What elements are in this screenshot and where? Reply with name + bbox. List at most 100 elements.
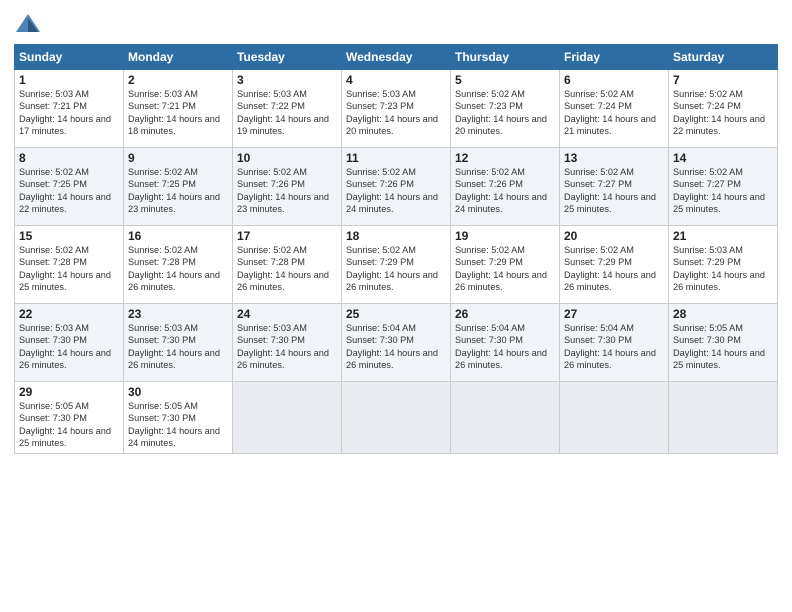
calendar-cell: 18 Sunrise: 5:02 AMSunset: 7:29 PMDaylig… [342,226,451,304]
day-info: Sunrise: 5:04 AMSunset: 7:30 PMDaylight:… [564,322,664,372]
day-info: Sunrise: 5:04 AMSunset: 7:30 PMDaylight:… [346,322,446,372]
day-info: Sunrise: 5:02 AMSunset: 7:28 PMDaylight:… [237,244,337,294]
day-number: 1 [19,73,119,87]
day-info: Sunrise: 5:03 AMSunset: 7:21 PMDaylight:… [128,88,228,138]
logo-icon [14,10,42,38]
day-number: 5 [455,73,555,87]
day-number: 18 [346,229,446,243]
day-info: Sunrise: 5:02 AMSunset: 7:24 PMDaylight:… [673,88,773,138]
day-number: 7 [673,73,773,87]
calendar-cell [560,382,669,454]
day-info: Sunrise: 5:02 AMSunset: 7:23 PMDaylight:… [455,88,555,138]
calendar-cell: 7 Sunrise: 5:02 AMSunset: 7:24 PMDayligh… [669,70,778,148]
day-info: Sunrise: 5:02 AMSunset: 7:25 PMDaylight:… [128,166,228,216]
calendar-cell: 11 Sunrise: 5:02 AMSunset: 7:26 PMDaylig… [342,148,451,226]
day-info: Sunrise: 5:02 AMSunset: 7:26 PMDaylight:… [346,166,446,216]
day-number: 2 [128,73,228,87]
calendar-cell: 9 Sunrise: 5:02 AMSunset: 7:25 PMDayligh… [124,148,233,226]
calendar-cell: 21 Sunrise: 5:03 AMSunset: 7:29 PMDaylig… [669,226,778,304]
calendar: SundayMondayTuesdayWednesdayThursdayFrid… [14,44,778,454]
weekday-header: Tuesday [233,45,342,70]
day-info: Sunrise: 5:03 AMSunset: 7:29 PMDaylight:… [673,244,773,294]
calendar-cell: 23 Sunrise: 5:03 AMSunset: 7:30 PMDaylig… [124,304,233,382]
calendar-cell: 24 Sunrise: 5:03 AMSunset: 7:30 PMDaylig… [233,304,342,382]
day-info: Sunrise: 5:02 AMSunset: 7:26 PMDaylight:… [455,166,555,216]
calendar-cell: 15 Sunrise: 5:02 AMSunset: 7:28 PMDaylig… [15,226,124,304]
weekday-header: Saturday [669,45,778,70]
day-number: 20 [564,229,664,243]
calendar-cell: 20 Sunrise: 5:02 AMSunset: 7:29 PMDaylig… [560,226,669,304]
day-number: 16 [128,229,228,243]
calendar-cell: 29 Sunrise: 5:05 AMSunset: 7:30 PMDaylig… [15,382,124,454]
day-number: 17 [237,229,337,243]
calendar-cell: 2 Sunrise: 5:03 AMSunset: 7:21 PMDayligh… [124,70,233,148]
day-info: Sunrise: 5:05 AMSunset: 7:30 PMDaylight:… [19,400,119,450]
day-info: Sunrise: 5:02 AMSunset: 7:25 PMDaylight:… [19,166,119,216]
day-number: 14 [673,151,773,165]
calendar-cell: 28 Sunrise: 5:05 AMSunset: 7:30 PMDaylig… [669,304,778,382]
calendar-cell: 12 Sunrise: 5:02 AMSunset: 7:26 PMDaylig… [451,148,560,226]
day-number: 6 [564,73,664,87]
day-info: Sunrise: 5:02 AMSunset: 7:29 PMDaylight:… [346,244,446,294]
calendar-cell: 6 Sunrise: 5:02 AMSunset: 7:24 PMDayligh… [560,70,669,148]
calendar-cell: 19 Sunrise: 5:02 AMSunset: 7:29 PMDaylig… [451,226,560,304]
calendar-cell: 8 Sunrise: 5:02 AMSunset: 7:25 PMDayligh… [15,148,124,226]
calendar-cell [233,382,342,454]
calendar-cell: 16 Sunrise: 5:02 AMSunset: 7:28 PMDaylig… [124,226,233,304]
calendar-cell: 3 Sunrise: 5:03 AMSunset: 7:22 PMDayligh… [233,70,342,148]
header [14,10,778,38]
weekday-header: Friday [560,45,669,70]
logo [14,10,46,38]
calendar-cell: 22 Sunrise: 5:03 AMSunset: 7:30 PMDaylig… [15,304,124,382]
day-info: Sunrise: 5:03 AMSunset: 7:21 PMDaylight:… [19,88,119,138]
day-number: 9 [128,151,228,165]
day-number: 11 [346,151,446,165]
day-number: 25 [346,307,446,321]
day-number: 30 [128,385,228,399]
day-info: Sunrise: 5:05 AMSunset: 7:30 PMDaylight:… [128,400,228,450]
day-number: 26 [455,307,555,321]
day-info: Sunrise: 5:02 AMSunset: 7:27 PMDaylight:… [564,166,664,216]
calendar-cell: 17 Sunrise: 5:02 AMSunset: 7:28 PMDaylig… [233,226,342,304]
day-number: 27 [564,307,664,321]
calendar-cell: 4 Sunrise: 5:03 AMSunset: 7:23 PMDayligh… [342,70,451,148]
day-number: 21 [673,229,773,243]
day-info: Sunrise: 5:02 AMSunset: 7:24 PMDaylight:… [564,88,664,138]
day-number: 23 [128,307,228,321]
day-info: Sunrise: 5:02 AMSunset: 7:29 PMDaylight:… [564,244,664,294]
day-info: Sunrise: 5:02 AMSunset: 7:28 PMDaylight:… [128,244,228,294]
day-info: Sunrise: 5:02 AMSunset: 7:26 PMDaylight:… [237,166,337,216]
day-number: 13 [564,151,664,165]
calendar-cell [342,382,451,454]
calendar-cell: 27 Sunrise: 5:04 AMSunset: 7:30 PMDaylig… [560,304,669,382]
calendar-cell: 14 Sunrise: 5:02 AMSunset: 7:27 PMDaylig… [669,148,778,226]
calendar-cell: 30 Sunrise: 5:05 AMSunset: 7:30 PMDaylig… [124,382,233,454]
day-info: Sunrise: 5:02 AMSunset: 7:28 PMDaylight:… [19,244,119,294]
calendar-cell: 13 Sunrise: 5:02 AMSunset: 7:27 PMDaylig… [560,148,669,226]
day-info: Sunrise: 5:03 AMSunset: 7:23 PMDaylight:… [346,88,446,138]
day-info: Sunrise: 5:02 AMSunset: 7:27 PMDaylight:… [673,166,773,216]
day-number: 29 [19,385,119,399]
page: SundayMondayTuesdayWednesdayThursdayFrid… [0,0,792,612]
weekday-header: Monday [124,45,233,70]
day-info: Sunrise: 5:03 AMSunset: 7:22 PMDaylight:… [237,88,337,138]
day-number: 10 [237,151,337,165]
day-number: 24 [237,307,337,321]
day-number: 3 [237,73,337,87]
weekday-header: Thursday [451,45,560,70]
day-number: 15 [19,229,119,243]
day-number: 12 [455,151,555,165]
day-info: Sunrise: 5:02 AMSunset: 7:29 PMDaylight:… [455,244,555,294]
day-info: Sunrise: 5:04 AMSunset: 7:30 PMDaylight:… [455,322,555,372]
weekday-header: Sunday [15,45,124,70]
calendar-cell: 26 Sunrise: 5:04 AMSunset: 7:30 PMDaylig… [451,304,560,382]
weekday-header: Wednesday [342,45,451,70]
calendar-cell [669,382,778,454]
calendar-cell: 5 Sunrise: 5:02 AMSunset: 7:23 PMDayligh… [451,70,560,148]
calendar-cell: 10 Sunrise: 5:02 AMSunset: 7:26 PMDaylig… [233,148,342,226]
calendar-cell: 1 Sunrise: 5:03 AMSunset: 7:21 PMDayligh… [15,70,124,148]
calendar-cell: 25 Sunrise: 5:04 AMSunset: 7:30 PMDaylig… [342,304,451,382]
day-number: 22 [19,307,119,321]
day-info: Sunrise: 5:03 AMSunset: 7:30 PMDaylight:… [237,322,337,372]
day-number: 4 [346,73,446,87]
